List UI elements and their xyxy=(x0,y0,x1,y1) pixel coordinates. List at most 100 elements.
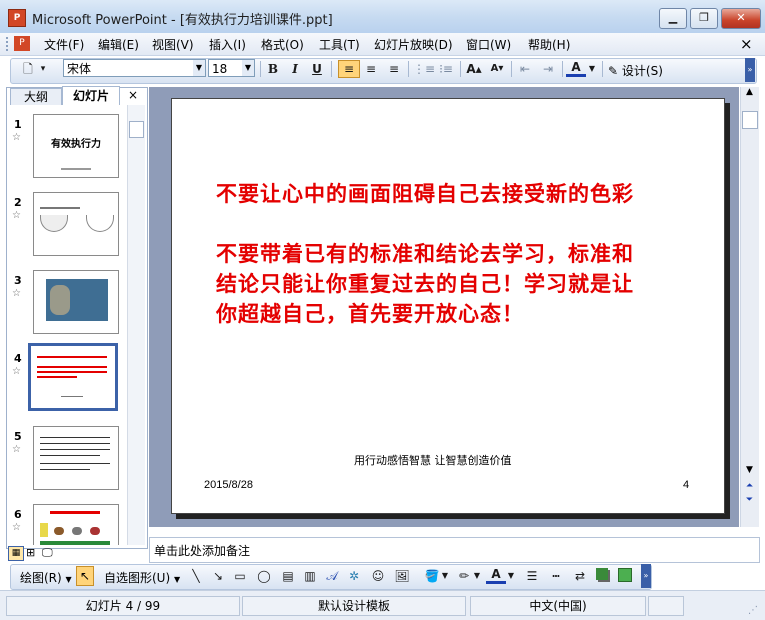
chevron-down-icon[interactable]: ▼ xyxy=(242,60,254,76)
slide-text-line-1[interactable]: 不要让心中的画面阻碍自己去接受新的色彩 xyxy=(216,179,634,209)
next-slide-icon[interactable]: ⏷ xyxy=(742,495,757,509)
scroll-thumb[interactable] xyxy=(129,121,144,138)
resize-grip-icon[interactable]: ⋰ xyxy=(748,605,758,616)
vertical-textbox-icon[interactable]: ▥ xyxy=(300,567,320,585)
fill-color-icon[interactable]: 🪣 xyxy=(422,567,442,585)
align-right-icon[interactable]: ≡ xyxy=(384,60,404,78)
slide-footer[interactable]: 用行动感悟智慧 让智慧创造价值 xyxy=(354,452,512,468)
animation-star-icon: ☆ xyxy=(12,210,21,221)
menu-format[interactable]: 格式(O) xyxy=(261,36,304,53)
previous-slide-icon[interactable]: ⏶ xyxy=(742,481,757,495)
toolbar-overflow-icon[interactable]: » xyxy=(745,58,755,82)
font-name-field[interactable]: 宋体 ▼ xyxy=(63,59,206,77)
menu-slideshow[interactable]: 幻灯片放映(D) xyxy=(374,36,453,53)
toolbar-options-icon[interactable]: ▾ xyxy=(38,60,48,78)
diagram-icon[interactable]: ✲ xyxy=(344,567,364,585)
close-window-button[interactable]: ✕ xyxy=(721,8,761,29)
slide-thumbnail-1[interactable]: 有效执行力 xyxy=(33,114,119,178)
minimize-button[interactable]: ▁ xyxy=(659,8,687,29)
font-color-icon[interactable]: A xyxy=(486,567,506,584)
slide-thumbnail-6[interactable] xyxy=(33,504,119,545)
tab-outline[interactable]: 大纲 xyxy=(10,88,62,105)
document-icon[interactable]: P xyxy=(14,36,30,51)
dash-style-icon[interactable]: ┅ xyxy=(546,567,566,585)
formatting-toolbar: 🗋 ▾ 宋体 ▼ 18 ▼ B I U ≡ ≡ ≡ ⋮≡ ⁝≡ A▴ A▾ ⇤ … xyxy=(0,56,765,84)
clip-art-icon[interactable]: ☺ xyxy=(368,567,388,585)
wordart-icon[interactable]: 𝒜 xyxy=(322,567,342,585)
menu-tools[interactable]: 工具(T) xyxy=(319,36,360,53)
oval-icon[interactable]: ◯ xyxy=(254,567,274,585)
maximize-button[interactable]: ❐ xyxy=(690,8,718,29)
chevron-down-icon[interactable]: ▼ xyxy=(440,567,450,585)
draw-menu-button[interactable]: 绘图(R) ▼ xyxy=(20,569,72,586)
notes-placeholder[interactable]: 单击此处添加备注 xyxy=(154,542,250,559)
slide-page-number[interactable]: 4 xyxy=(683,479,689,491)
slide-thumbnail-2[interactable] xyxy=(33,192,119,256)
scroll-up-icon[interactable]: ▲ xyxy=(742,87,757,101)
scroll-thumb[interactable] xyxy=(742,111,758,129)
numbered-list-icon[interactable]: ⋮≡ xyxy=(413,60,435,78)
underline-button[interactable]: U xyxy=(307,60,327,78)
vertical-scrollbar[interactable]: ▲ ▼ ⏶ ⏷ xyxy=(740,87,759,527)
slide-thumbnail-5[interactable] xyxy=(33,426,119,490)
line-color-icon[interactable]: ✏ xyxy=(454,567,474,585)
slide-sorter-view-icon[interactable]: ⊞ xyxy=(26,546,35,559)
new-document-icon[interactable]: 🗋 xyxy=(18,60,38,78)
slide-date[interactable]: 2015/8/28 xyxy=(204,479,253,491)
toolbar-grip-icon[interactable] xyxy=(6,37,11,51)
bullet-list-icon[interactable]: ⁝≡ xyxy=(436,60,456,78)
status-template[interactable]: 默认设计模板 xyxy=(242,596,466,616)
menu-view[interactable]: 视图(V) xyxy=(152,36,194,53)
line-icon[interactable]: ╲ xyxy=(186,567,206,585)
toolbar-overflow-icon[interactable]: » xyxy=(641,564,651,588)
autoshapes-button[interactable]: 自选图形(U) ▼ xyxy=(104,569,180,586)
slide-text-para2-line1[interactable]: 不要带着已有的标准和结论去学习，标准和 xyxy=(216,239,634,269)
bold-button[interactable]: B xyxy=(263,60,283,78)
arrow-style-icon[interactable]: ⇄ xyxy=(570,567,590,585)
chevron-down-icon[interactable]: ▼ xyxy=(193,60,205,76)
slide-text-para2-line3[interactable]: 你超越自己，首先要开放心态！ xyxy=(216,299,524,329)
normal-view-icon[interactable]: ▦ xyxy=(8,546,24,561)
current-slide[interactable]: 不要让心中的画面阻碍自己去接受新的色彩 不要带着已有的标准和结论去学习，标准和 … xyxy=(171,98,725,514)
chevron-down-icon[interactable]: ▼ xyxy=(472,567,482,585)
status-language[interactable]: 中文(中国) xyxy=(470,596,646,616)
select-pointer-icon[interactable]: ↖ xyxy=(76,566,94,586)
notes-pane[interactable]: 单击此处添加备注 xyxy=(149,537,760,563)
italic-button[interactable]: I xyxy=(285,60,305,78)
menu-insert[interactable]: 插入(I) xyxy=(209,36,246,53)
menu-file[interactable]: 文件(F) xyxy=(44,36,84,53)
decrease-indent-icon[interactable]: ⇤ xyxy=(515,60,535,78)
thumbnail-image xyxy=(40,215,68,232)
powerpoint-app-icon[interactable]: P xyxy=(8,9,26,27)
document-close-button[interactable]: × xyxy=(740,35,753,53)
scroll-down-icon[interactable]: ▼ xyxy=(742,465,757,479)
slide-thumbnail-3[interactable] xyxy=(33,270,119,334)
insert-picture-icon[interactable]: 🖼 xyxy=(392,567,412,585)
font-color-icon[interactable]: A xyxy=(566,60,586,77)
arrow-icon[interactable]: ↘ xyxy=(208,567,228,585)
increase-indent-icon[interactable]: ⇥ xyxy=(538,60,558,78)
menu-help[interactable]: 帮助(H) xyxy=(528,36,570,53)
panel-close-button[interactable]: × xyxy=(128,88,138,102)
shadow-style-icon[interactable] xyxy=(596,568,608,580)
increase-font-size-icon[interactable]: A▴ xyxy=(464,60,484,78)
line-style-icon[interactable]: ☰ xyxy=(522,567,542,585)
menu-window[interactable]: 窗口(W) xyxy=(466,36,511,53)
chevron-down-icon[interactable]: ▼ xyxy=(506,567,516,585)
slide-thumbnail-4-selected[interactable] xyxy=(28,343,118,411)
textbox-icon[interactable]: ▤ xyxy=(278,567,298,585)
rectangle-icon[interactable]: ▭ xyxy=(230,567,250,585)
thumbnail-image xyxy=(40,523,48,537)
slideshow-view-icon[interactable]: 🖵 xyxy=(42,546,53,560)
3d-style-icon[interactable] xyxy=(618,568,632,582)
design-button[interactable]: ✎ 设计(S) xyxy=(608,62,663,79)
chevron-down-icon[interactable]: ▼ xyxy=(587,60,597,78)
tab-slides[interactable]: 幻灯片 xyxy=(62,86,120,105)
decrease-font-size-icon[interactable]: A▾ xyxy=(487,60,507,78)
thumbnail-scrollbar[interactable] xyxy=(127,105,145,545)
menu-edit[interactable]: 编辑(E) xyxy=(98,36,139,53)
align-center-icon[interactable]: ≡ xyxy=(361,60,381,78)
align-left-icon[interactable]: ≡ xyxy=(338,60,360,78)
slide-text-para2-line2[interactable]: 结论只能让你重复过去的自己！学习就是让 xyxy=(216,269,634,299)
font-size-field[interactable]: 18 ▼ xyxy=(208,59,255,77)
